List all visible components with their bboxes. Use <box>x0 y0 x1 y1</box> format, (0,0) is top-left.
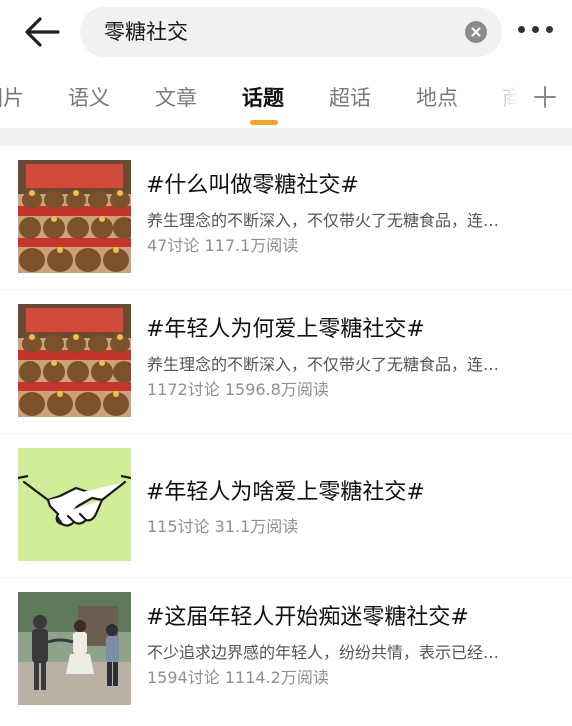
tab-articles[interactable]: 文章 <box>155 85 197 111</box>
back-button[interactable] <box>22 14 62 50</box>
topic-title: #什么叫做零糖社交# <box>146 173 359 198</box>
topic-thumbnail <box>18 304 131 417</box>
section-separator <box>0 128 572 146</box>
topic-description: 不少追求边界感的年轻人，纷纷共情，表示已经… <box>147 643 500 662</box>
tab-super-topics[interactable]: 超话 <box>329 85 371 111</box>
discussion-count: 115讨论 <box>147 517 210 536</box>
category-tabs: 图片 语义 文章 话题 超话 地点 商 <box>0 66 572 128</box>
topic-thumbnail <box>18 160 131 273</box>
handshake-image <box>18 448 131 561</box>
tab-topics[interactable]: 话题 <box>242 85 284 111</box>
topic-stats: 115讨论 31.1万阅读 <box>147 516 298 538</box>
top-bar: 零糖社交 <box>0 0 572 66</box>
clear-x-icon <box>471 27 481 37</box>
add-tab-button[interactable] <box>532 82 558 112</box>
topic-stats: 47讨论 117.1万阅读 <box>147 235 298 257</box>
read-count: 1114.2万阅读 <box>224 668 329 687</box>
tabs-fade-overlay <box>482 66 572 128</box>
plus-icon <box>534 86 556 108</box>
topic-title: #年轻人为啥爱上零糖社交# <box>146 480 425 505</box>
more-options-button[interactable] <box>516 26 556 38</box>
read-count: 117.1万阅读 <box>204 236 299 255</box>
arrow-left-icon <box>25 17 60 47</box>
capybara-plush-image <box>18 304 131 417</box>
clear-search-button[interactable] <box>465 21 487 43</box>
read-count: 1596.8万阅读 <box>224 380 329 399</box>
more-dots-icon <box>518 26 525 33</box>
topic-item[interactable]: #什么叫做零糖社交# 养生理念的不断深入，不仅带火了无糖食品，连… 47讨论 1… <box>0 146 572 290</box>
search-query-text: 零糖社交 <box>104 20 188 44</box>
topic-thumbnail <box>18 592 131 705</box>
discussion-count: 1172讨论 <box>147 380 220 399</box>
tab-semantic[interactable]: 语义 <box>68 85 110 111</box>
topic-item[interactable]: #年轻人为啥爱上零糖社交# 115讨论 31.1万阅读 <box>0 434 572 578</box>
topic-title: #年轻人为何爱上零糖社交# <box>146 317 425 342</box>
read-count: 31.1万阅读 <box>214 517 299 536</box>
topic-stats: 1172讨论 1596.8万阅读 <box>147 379 329 401</box>
topic-thumbnail <box>18 448 131 561</box>
topic-item[interactable]: #年轻人为何爱上零糖社交# 养生理念的不断深入，不仅带火了无糖食品，连… 117… <box>0 290 572 434</box>
topic-stats: 1594讨论 1114.2万阅读 <box>147 667 329 689</box>
search-input[interactable]: 零糖社交 <box>80 7 502 57</box>
capybara-plush-image <box>18 160 131 273</box>
tab-places[interactable]: 地点 <box>416 85 458 111</box>
topic-item[interactable]: #这届年轻人开始痴迷零糖社交# 不少追求边界感的年轻人，纷纷共情，表示已经… 1… <box>0 578 572 722</box>
active-tab-indicator <box>250 120 278 125</box>
topic-list: #什么叫做零糖社交# 养生理念的不断深入，不仅带火了无糖食品，连… 47讨论 1… <box>0 146 572 722</box>
topic-title: #这届年轻人开始痴迷零糖社交# <box>146 605 469 630</box>
people-outdoor-image <box>18 592 131 705</box>
topic-description: 养生理念的不断深入，不仅带火了无糖食品，连… <box>147 211 500 230</box>
topic-description: 养生理念的不断深入，不仅带火了无糖食品，连… <box>147 355 500 374</box>
tab-pictures[interactable]: 图片 <box>0 85 24 111</box>
discussion-count: 1594讨论 <box>147 668 220 687</box>
discussion-count: 47讨论 <box>147 236 200 255</box>
